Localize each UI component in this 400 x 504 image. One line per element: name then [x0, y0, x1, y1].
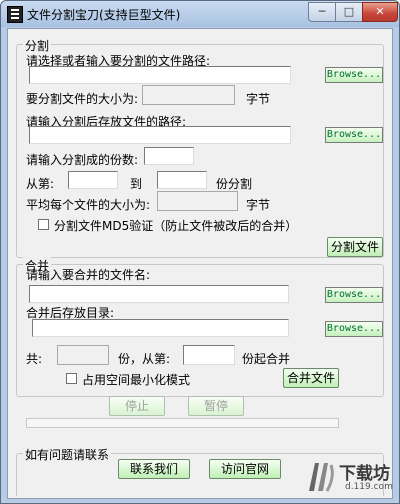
merge-source-input[interactable] — [29, 285, 289, 303]
merge-total-label: 共: — [26, 352, 43, 366]
minimize-button[interactable]: ─ — [308, 2, 336, 22]
minimize-space-label: 占用空间最小化模式 — [82, 373, 191, 387]
split-dest-input[interactable] — [29, 126, 291, 144]
watermark-logo: 下载坊 d.119.com — [301, 453, 399, 503]
merge-file-button[interactable]: 合并文件 — [283, 368, 339, 388]
browse-button-3[interactable]: Browse... — [325, 287, 383, 303]
split-source-input[interactable] — [29, 66, 291, 84]
merge-from-input[interactable] — [183, 345, 235, 365]
split-to-input[interactable] — [157, 171, 207, 189]
minimize-space-checkbox[interactable] — [66, 373, 77, 384]
browse-button-4[interactable]: Browse... — [325, 321, 383, 337]
watermark-url: d.119.com — [345, 482, 393, 492]
progress-bar — [26, 418, 339, 428]
merge-from-label: 份，从第: — [118, 352, 171, 366]
split-from-input[interactable] — [68, 171, 118, 189]
maximize-button[interactable]: □ — [335, 2, 363, 22]
split-parts-input[interactable] — [144, 147, 194, 165]
app-window: 文件分割宝刀(支持巨型文件) ─ □ ✕ 分割 请选择或者输入要分割的文件路径:… — [0, 0, 400, 504]
split-size-unit: 字节 — [246, 92, 271, 106]
watermark-icon — [309, 463, 334, 492]
md5-checkbox[interactable] — [38, 219, 49, 230]
split-file-button[interactable]: 分割文件 — [327, 237, 383, 257]
stop-button[interactable]: 停止 — [109, 396, 165, 416]
merge-start-label: 份起合并 — [242, 352, 291, 366]
split-parts-label: 请输入分割成的份数: — [26, 153, 139, 167]
split-part-label: 份分割 — [216, 177, 253, 191]
split-avg-field — [157, 191, 238, 211]
merge-group: 合并 请输入要合并的文件名: Browse... 合并后存放目录: Browse… — [16, 257, 384, 397]
contact-us-button[interactable]: 联系我们 — [118, 459, 190, 479]
split-size-field — [142, 85, 235, 105]
close-button[interactable]: ✕ — [362, 2, 398, 22]
split-to-label: 到 — [130, 177, 143, 191]
title-bar[interactable]: 文件分割宝刀(支持巨型文件) ─ □ ✕ — [1, 1, 399, 27]
visit-site-button[interactable]: 访问官网 — [209, 459, 281, 479]
merge-dest-input[interactable] — [32, 319, 289, 337]
merge-total-field — [57, 345, 109, 365]
watermark-text: 下载坊 — [339, 464, 390, 484]
browse-button-2[interactable]: Browse... — [325, 127, 383, 143]
split-size-label: 要分割文件的大小为: — [26, 92, 139, 106]
md5-label: 分割文件MD5验证（防止文件被改后的合并） — [54, 219, 298, 233]
pause-button[interactable]: 暂停 — [188, 396, 244, 416]
app-icon — [7, 6, 23, 23]
merge-source-label: 请输入要合并的文件名: — [26, 268, 151, 282]
split-from-label: 从第: — [26, 177, 55, 191]
split-group: 分割 请选择或者输入要分割的文件路径: Browse... 要分割文件的大小为:… — [16, 37, 384, 258]
contact-legend: 如有问题请联系 — [23, 446, 112, 463]
split-avg-label: 平均每个文件的大小为: — [26, 198, 151, 212]
window-title: 文件分割宝刀(支持巨型文件) — [27, 8, 181, 22]
browse-button-1[interactable]: Browse... — [325, 67, 383, 83]
client-area: 分割 请选择或者输入要分割的文件路径: Browse... 要分割文件的大小为:… — [7, 28, 393, 499]
split-avg-unit: 字节 — [246, 198, 271, 212]
